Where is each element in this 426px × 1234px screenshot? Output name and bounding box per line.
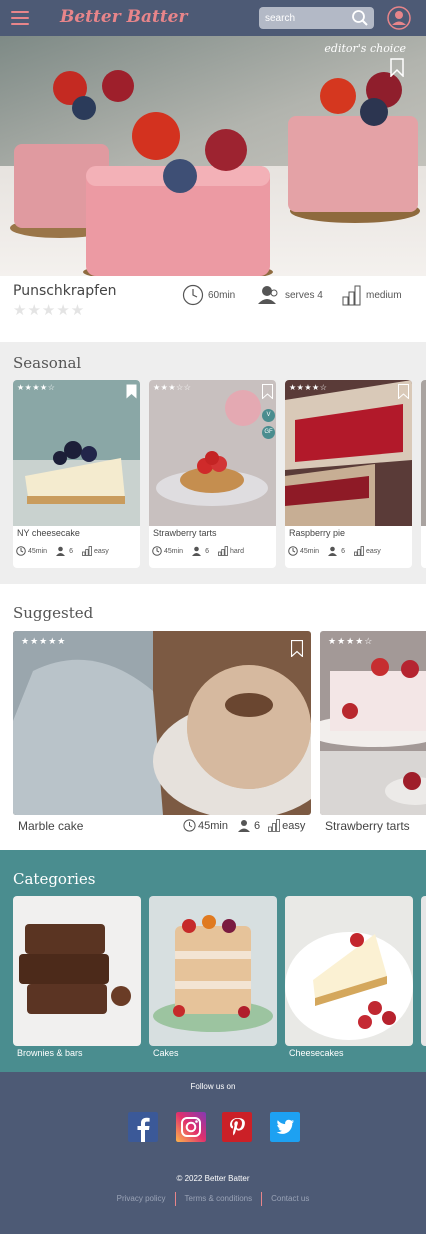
category-card-cheesecakes[interactable]: [285, 896, 413, 1046]
people-icon: [258, 286, 278, 304]
terms-link[interactable]: Terms & conditions: [176, 1192, 262, 1206]
pinterest-icon[interactable]: [222, 1112, 252, 1142]
search-input[interactable]: [265, 10, 349, 26]
difficulty-icon: [268, 819, 280, 832]
difficulty-icon: [342, 285, 361, 306]
recipe-name: Strawberry tarts: [153, 528, 217, 538]
category-card-brownies[interactable]: [13, 896, 141, 1046]
people-icon: [237, 820, 250, 832]
category-image: [13, 896, 141, 1046]
category-label: Cakes: [153, 1048, 179, 1058]
recipe-meta: 45min 6 hard: [152, 546, 253, 556]
privacy-policy-link[interactable]: Privacy policy: [108, 1192, 175, 1206]
gluten-free-badge: GF: [262, 426, 275, 439]
category-image: [149, 896, 277, 1046]
twitter-icon[interactable]: [270, 1112, 300, 1142]
recipe-meta: 45min 6 easy: [183, 819, 305, 832]
difficulty-icon: [354, 546, 364, 556]
recipe-meta: 45min 6 easy: [288, 546, 390, 556]
editors-choice-badge: editor's choice: [324, 42, 406, 55]
difficulty-icon: [82, 546, 92, 556]
rating-stars: ★★★☆☆: [153, 383, 192, 392]
recipe-name: NY cheesecake: [17, 528, 80, 538]
recipe-card[interactable]: ★★★★☆ Raspberry pie 45min 6 easy: [285, 380, 412, 568]
category-label: Cheesecakes: [289, 1048, 344, 1058]
recipe-card-peek[interactable]: [421, 380, 426, 568]
serves-value: serves 4: [285, 289, 323, 301]
bookmark-icon[interactable]: [390, 58, 404, 77]
follow-us-label: Follow us on: [190, 1082, 236, 1091]
search-box: [259, 7, 374, 29]
clock-icon: [16, 546, 26, 556]
hero-image[interactable]: editor's choice: [0, 36, 426, 276]
recipe-card[interactable]: ★★★★☆ Strawberry tarts: [320, 631, 426, 841]
bookmark-icon[interactable]: [262, 384, 273, 399]
category-card-peek[interactable]: [421, 896, 426, 1046]
recipe-image: [13, 380, 140, 526]
difficulty-icon: [218, 546, 228, 556]
categories-section: Categories Brownies & bars Cakes Cheesec…: [0, 850, 426, 1072]
recipe-title[interactable]: Punschkrapfen: [13, 283, 117, 299]
recipe-name: Marble cake: [18, 819, 84, 833]
bookmark-icon[interactable]: [291, 640, 303, 657]
category-card-cakes[interactable]: [149, 896, 277, 1046]
recipe-card[interactable]: ★★★☆☆ V GF Strawberry tarts 45min 6 hard: [149, 380, 276, 568]
difficulty-meta: medium: [342, 284, 402, 306]
top-nav-bar: Better Batter: [0, 0, 426, 36]
rating-stars: ★★★★☆: [328, 636, 374, 646]
search-icon[interactable]: [351, 9, 369, 27]
recipe-card[interactable]: ★★★★☆ NY cheesecake 45min 6 easy: [13, 380, 140, 568]
people-icon: [328, 546, 338, 556]
rating-stars: ★★★★★: [21, 636, 67, 646]
menu-icon[interactable]: [11, 11, 29, 25]
recipe-meta: 45min 6 easy: [16, 546, 118, 556]
suggested-section: Suggested ★★★★★ Marble cake 45min 6 easy…: [0, 590, 426, 848]
rating-stars[interactable]: ★★★★★: [13, 301, 85, 319]
footer-links: Privacy policy Terms & conditions Contac…: [0, 1192, 426, 1206]
recipe-image: [13, 631, 311, 815]
time-meta: 60min: [182, 284, 235, 306]
recipe-name: Strawberry tarts: [325, 819, 410, 833]
serves-meta: serves 4: [257, 284, 323, 306]
section-title: Seasonal: [13, 354, 82, 372]
facebook-icon[interactable]: [128, 1112, 158, 1142]
recipe-image: [320, 631, 426, 815]
recipe-card[interactable]: ★★★★★ Marble cake 45min 6 easy: [13, 631, 311, 841]
clock-icon: [182, 284, 204, 306]
clock-icon: [152, 546, 162, 556]
vegan-badge: V: [262, 409, 275, 422]
people-icon: [192, 546, 202, 556]
section-title: Categories: [13, 870, 96, 888]
rating-stars: ★★★★☆: [17, 383, 56, 392]
recipe-image: [149, 380, 276, 526]
footer: Follow us on © 2022 Better Batter Privac…: [0, 1072, 426, 1234]
cake-photo: [10, 70, 420, 276]
featured-recipe-info: Punschkrapfen ★★★★★ 60min serves 4 mediu…: [0, 276, 426, 338]
clock-icon: [183, 819, 196, 832]
bookmark-icon[interactable]: [126, 384, 137, 399]
rating-stars: ★★★★☆: [289, 383, 328, 392]
seasonal-section: Seasonal ★★★★☆ NY cheesecake 45min 6 eas…: [0, 342, 426, 584]
people-icon: [56, 546, 66, 556]
bookmark-icon[interactable]: [398, 384, 409, 399]
difficulty-value: medium: [366, 289, 402, 301]
clock-icon: [288, 546, 298, 556]
instagram-icon[interactable]: [176, 1112, 206, 1142]
recipe-name: Raspberry pie: [289, 528, 346, 538]
copyright-text: © 2022 Better Batter: [176, 1174, 250, 1183]
section-title: Suggested: [13, 604, 94, 622]
category-image: [285, 896, 413, 1046]
recipe-image: [285, 380, 412, 526]
contact-us-link[interactable]: Contact us: [262, 1192, 318, 1206]
category-label: Brownies & bars: [17, 1048, 83, 1058]
brand-logo[interactable]: Better Batter: [60, 7, 187, 27]
user-icon[interactable]: [387, 6, 411, 30]
time-value: 60min: [208, 289, 236, 301]
